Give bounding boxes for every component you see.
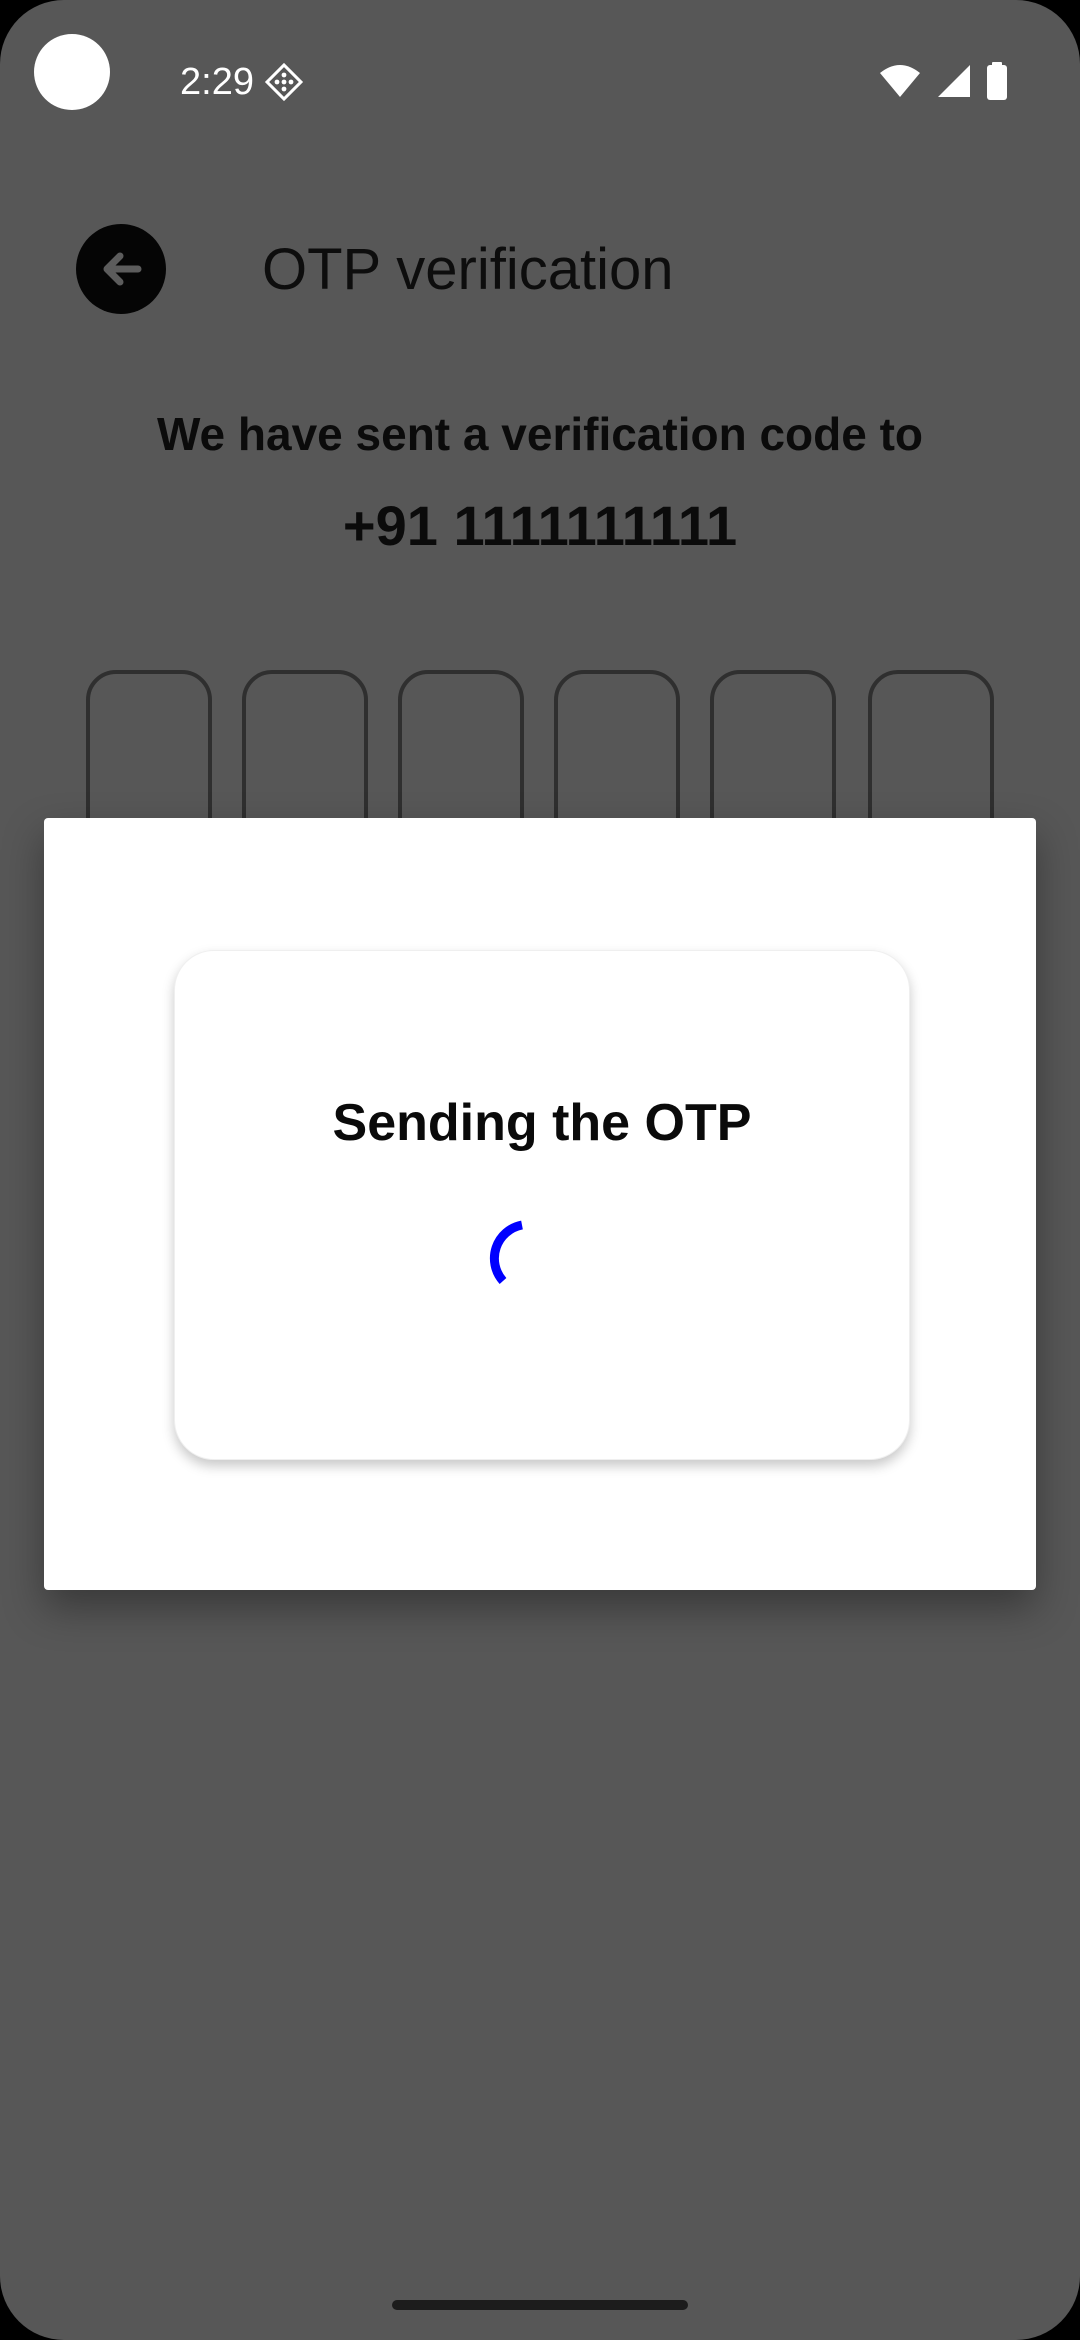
verification-message: We have sent a verification code to — [156, 408, 924, 460]
wifi-icon — [880, 65, 920, 97]
page-title: OTP verification — [262, 237, 674, 302]
arrow-left-icon — [103, 252, 142, 286]
status-icons — [878, 62, 1008, 100]
signal-icon — [938, 65, 970, 97]
gesture-nav-handle[interactable] — [392, 2300, 688, 2310]
status-time: 2:29 — [180, 61, 254, 103]
battery-icon — [987, 62, 1007, 100]
loading-spinner-icon — [489, 1220, 524, 1284]
phone-number: +91 1111111111 — [342, 494, 738, 557]
loading-title: Sending the OTP — [332, 1094, 752, 1152]
back-button[interactable] — [76, 224, 166, 314]
camera-cutout — [34, 34, 110, 110]
screen: 2:29 OTP verification We have sent a ver… — [0, 0, 1080, 2340]
loading-dialog: Sending the OTP — [44, 818, 1036, 1590]
loading-card: Sending the OTP — [174, 950, 910, 1460]
dice-icon — [264, 62, 304, 102]
